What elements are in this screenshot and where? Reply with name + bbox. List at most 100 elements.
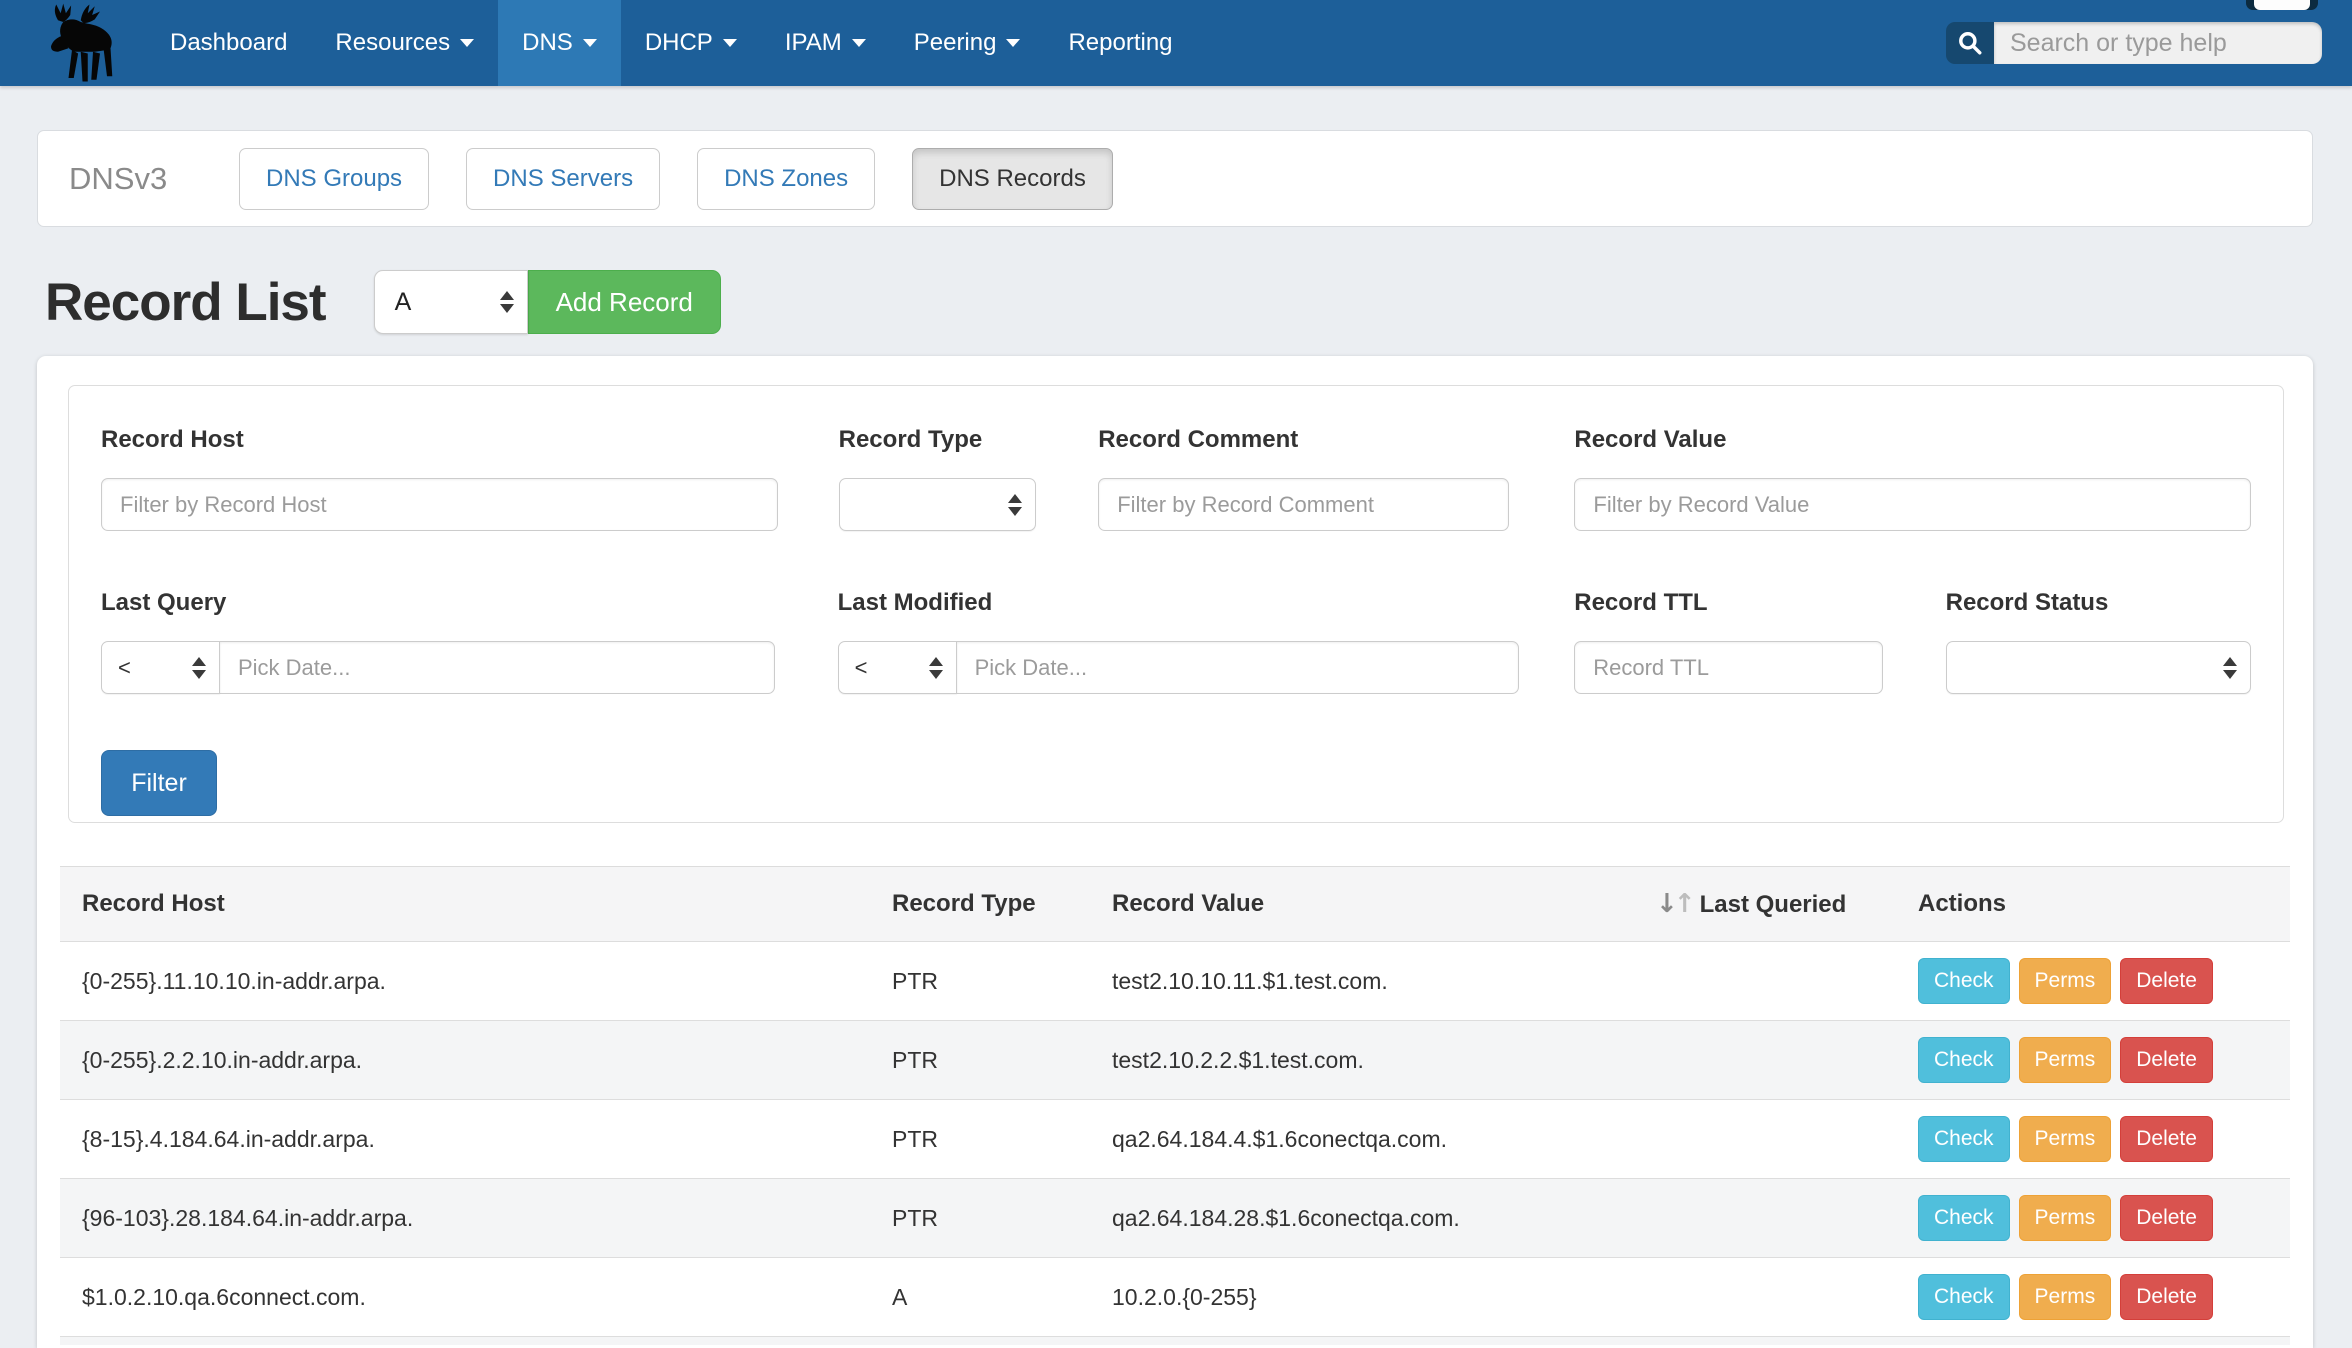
last-query-date-input[interactable] <box>219 641 775 694</box>
table-header-row: Record Host Record Type Record Value ↓↑L… <box>60 867 2290 942</box>
nav-label: Dashboard <box>170 29 287 57</box>
nav-item-peering[interactable]: Peering <box>890 0 1045 86</box>
header-record-type: Record Type <box>880 867 1100 942</box>
cell-record-value: test2.10.10.11.$1.test.com. <box>1100 942 1644 1021</box>
window-chrome-artifact <box>2246 0 2318 10</box>
next-row-partial <box>60 1337 2290 1345</box>
record-comment-filter-input[interactable] <box>1098 478 1509 531</box>
table-row: {96-103}.28.184.64.in-addr.arpa. PTR qa2… <box>60 1179 2290 1258</box>
record-type-filter-select[interactable] <box>839 478 1037 531</box>
cell-last-queried <box>1644 1021 1906 1100</box>
record-type-add-select[interactable]: A <box>374 270 528 334</box>
header-last-queried[interactable]: ↓↑Last Queried <box>1644 867 1906 942</box>
record-host-label: Record Host <box>101 426 778 454</box>
tab-dns-groups[interactable]: DNS Groups <box>239 148 429 210</box>
moose-logo-icon[interactable] <box>40 3 140 83</box>
main-nav: Dashboard Resources DNS DHCP IPAM Peerin… <box>146 0 1197 86</box>
delete-button[interactable]: Delete <box>2120 1195 2213 1241</box>
nav-item-dashboard[interactable]: Dashboard <box>146 0 311 86</box>
last-modified-date-input[interactable] <box>956 641 1520 694</box>
row-actions: Check Perms Delete <box>1918 1021 2278 1099</box>
header-record-value: Record Value <box>1100 867 1644 942</box>
tab-dns-zones[interactable]: DNS Zones <box>697 148 875 210</box>
record-ttl-filter-input[interactable] <box>1574 641 1882 694</box>
last-modified-comparator-select[interactable]: < <box>838 641 957 694</box>
record-value-label: Record Value <box>1574 426 2251 454</box>
cell-record-host: {0-255}.11.10.10.in-addr.arpa. <box>60 942 880 1021</box>
last-query-comparator-select[interactable]: < <box>101 641 220 694</box>
cell-record-type: PTR <box>880 1179 1100 1258</box>
record-status-label: Record Status <box>1946 589 2251 617</box>
nav-label: DHCP <box>645 29 713 57</box>
check-button[interactable]: Check <box>1918 1037 2010 1083</box>
check-button[interactable]: Check <box>1918 1116 2010 1162</box>
perms-button[interactable]: Perms <box>2019 1274 2112 1320</box>
selected-value: < <box>118 655 131 681</box>
nav-item-reporting[interactable]: Reporting <box>1044 0 1196 86</box>
perms-button[interactable]: Perms <box>2019 1116 2112 1162</box>
add-record-button[interactable]: Add Record <box>528 270 721 334</box>
nav-label: Reporting <box>1068 29 1172 57</box>
filter-button[interactable]: Filter <box>101 750 217 816</box>
sort-up-down-icon[interactable]: ↓↑ <box>1656 889 1696 919</box>
row-actions: Check Perms Delete <box>1918 1100 2278 1178</box>
header-record-host: Record Host <box>60 867 880 942</box>
table-row: {0-255}.11.10.10.in-addr.arpa. PTR test2… <box>60 942 2290 1021</box>
record-value-filter-input[interactable] <box>1574 478 2251 531</box>
cell-last-queried <box>1644 1179 1906 1258</box>
nav-label: DNS <box>522 29 573 57</box>
perms-button[interactable]: Perms <box>2019 1195 2112 1241</box>
select-stepper-icon <box>2223 657 2237 679</box>
cell-record-value: qa2.64.184.28.$1.6conectqa.com. <box>1100 1179 1644 1258</box>
check-button[interactable]: Check <box>1918 1274 2010 1320</box>
tab-dns-records[interactable]: DNS Records <box>912 148 1113 210</box>
check-button[interactable]: Check <box>1918 958 2010 1004</box>
cell-record-host: {8-15}.4.184.64.in-addr.arpa. <box>60 1100 880 1179</box>
chevron-down-icon <box>460 39 474 47</box>
record-host-filter-input[interactable] <box>101 478 778 531</box>
delete-button[interactable]: Delete <box>2120 1037 2213 1083</box>
table-row: $1.0.2.10.qa.6connect.com. A 10.2.0.{0-2… <box>60 1258 2290 1337</box>
top-navbar: Dashboard Resources DNS DHCP IPAM Peerin… <box>0 0 2352 86</box>
select-stepper-icon <box>192 657 206 679</box>
nav-item-dhcp[interactable]: DHCP <box>621 0 761 86</box>
cell-last-queried <box>1644 1100 1906 1179</box>
tab-dns-servers[interactable]: DNS Servers <box>466 148 660 210</box>
chevron-down-icon <box>1006 39 1020 47</box>
cell-last-queried <box>1644 942 1906 1021</box>
delete-button[interactable]: Delete <box>2120 958 2213 1004</box>
nav-label: Resources <box>335 29 450 57</box>
filter-card: Record Host Record Type Record Comment R… <box>68 385 2284 823</box>
selected-record-type: A <box>395 288 412 317</box>
header-label: Last Queried <box>1700 891 1847 918</box>
global-search <box>1946 22 2322 64</box>
table-row: {0-255}.2.2.10.in-addr.arpa. PTR test2.1… <box>60 1021 2290 1100</box>
dns-section-tabs: DNS Groups DNS Servers DNS Zones DNS Rec… <box>239 148 1113 210</box>
select-stepper-icon <box>929 657 943 679</box>
row-actions: Check Perms Delete <box>1918 1179 2278 1257</box>
row-actions: Check Perms Delete <box>1918 1258 2278 1336</box>
check-button[interactable]: Check <box>1918 1195 2010 1241</box>
cell-record-host: {0-255}.2.2.10.in-addr.arpa. <box>60 1021 880 1100</box>
cell-record-type: A <box>880 1258 1100 1337</box>
table-row: {8-15}.4.184.64.in-addr.arpa. PTR qa2.64… <box>60 1100 2290 1179</box>
delete-button[interactable]: Delete <box>2120 1116 2213 1162</box>
nav-item-ipam[interactable]: IPAM <box>761 0 890 86</box>
record-status-filter-select[interactable] <box>1946 641 2251 694</box>
cell-record-host: $1.0.2.10.qa.6connect.com. <box>60 1258 880 1337</box>
last-query-label: Last Query <box>101 589 775 617</box>
nav-item-dns[interactable]: DNS <box>498 0 621 86</box>
search-icon[interactable] <box>1946 22 1994 64</box>
record-list-header: Record List A Add Record <box>45 270 721 334</box>
perms-button[interactable]: Perms <box>2019 1037 2112 1083</box>
delete-button[interactable]: Delete <box>2120 1274 2213 1320</box>
record-type-label: Record Type <box>839 426 1037 454</box>
header-actions: Actions <box>1906 867 2290 942</box>
perms-button[interactable]: Perms <box>2019 958 2112 1004</box>
search-input[interactable] <box>1994 22 2322 64</box>
cell-record-value: qa2.64.184.4.$1.6conectqa.com. <box>1100 1100 1644 1179</box>
nav-item-resources[interactable]: Resources <box>311 0 498 86</box>
cell-record-host: {96-103}.28.184.64.in-addr.arpa. <box>60 1179 880 1258</box>
add-record-group: A Add Record <box>374 270 721 334</box>
dnsv3-title: DNSv3 <box>69 161 239 197</box>
